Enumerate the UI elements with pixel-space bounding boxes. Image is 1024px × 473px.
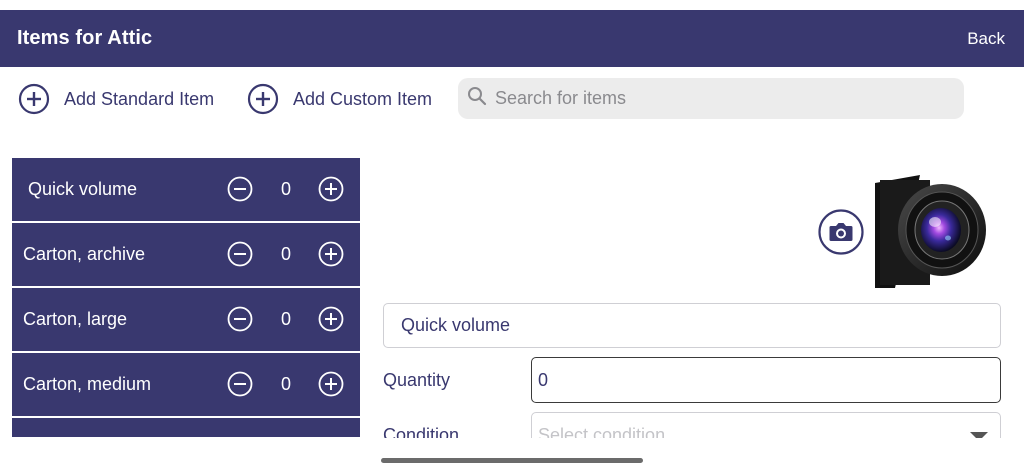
condition-label: Condition	[383, 425, 460, 438]
page-title: Items for Attic	[17, 27, 153, 49]
plus-circle-icon[interactable]	[318, 176, 344, 202]
minus-circle-icon[interactable]	[227, 176, 253, 202]
add-standard-item-label: Add Standard Item	[64, 88, 215, 109]
camera-button[interactable]	[818, 209, 864, 255]
minus-circle-icon[interactable]	[227, 371, 253, 397]
plus-circle-icon[interactable]	[318, 306, 344, 332]
action-bar: Add Standard Item Add Custom Item	[0, 78, 1024, 120]
item-count: 0	[280, 244, 291, 264]
condition-placeholder: Select condition	[538, 425, 666, 438]
plus-circle-icon	[247, 83, 279, 115]
search-input[interactable]	[493, 87, 937, 110]
item-name: Carton, archive	[23, 244, 146, 264]
item-list: Quick volume 0 Carton, archive 0 Carton,…	[12, 158, 360, 437]
item-name: Carton, medium	[23, 374, 152, 394]
item-name: Quick volume	[28, 179, 138, 199]
list-item[interactable]: Quick volume 0	[12, 158, 360, 221]
condition-select[interactable]: Select condition	[531, 412, 1001, 438]
home-indicator	[381, 458, 643, 463]
quantity-label: Quantity	[383, 370, 451, 390]
add-standard-item-button[interactable]: Add Standard Item	[18, 78, 214, 120]
back-button[interactable]: Back	[967, 29, 1005, 49]
minus-circle-icon[interactable]	[227, 306, 253, 332]
search-bar[interactable]	[458, 78, 964, 119]
plus-circle-icon	[18, 83, 50, 115]
item-name: Carton, large	[23, 309, 128, 329]
plus-circle-icon[interactable]	[318, 241, 344, 267]
condition-row: Condition Select condition	[0, 410, 1024, 438]
item-name-field[interactable]: Quick volume	[383, 303, 1001, 348]
add-custom-item-button[interactable]: Add Custom Item	[247, 78, 432, 120]
item-photo[interactable]	[875, 175, 987, 288]
add-custom-item-label: Add Custom Item	[293, 88, 433, 109]
list-item[interactable]: Carton, archive 0	[12, 223, 360, 286]
header-bar: Items for Attic Back	[0, 10, 1024, 67]
search-icon	[467, 86, 487, 111]
quantity-field[interactable]: 0	[531, 357, 1001, 403]
minus-circle-icon[interactable]	[227, 241, 253, 267]
camera-lens-image	[875, 175, 987, 288]
item-count: 0	[280, 374, 291, 394]
item-count: 0	[280, 309, 291, 329]
list-item[interactable]: Carton, medium 0	[12, 353, 360, 416]
chevron-down-icon	[970, 432, 988, 438]
item-count: 0	[280, 179, 291, 199]
plus-circle-icon[interactable]	[318, 371, 344, 397]
list-item[interactable]: Carton, large 0	[12, 288, 360, 351]
